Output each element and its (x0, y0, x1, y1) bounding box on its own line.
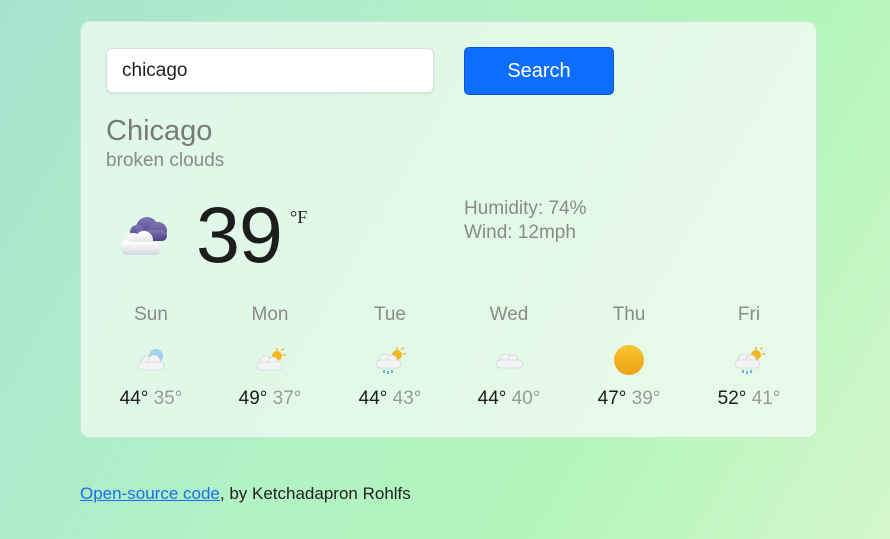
city-name: Chicago (106, 115, 213, 147)
humidity-label: Humidity: 74% (464, 198, 587, 219)
rain-sun-icon (734, 347, 765, 374)
high-temperature: 44° (119, 388, 149, 409)
low-temperature: 40° (511, 388, 541, 409)
day-name: Sun (134, 304, 168, 325)
current-temperature: 39 (196, 190, 283, 279)
footer: Open-source code, by Ketchadapron Rohlfs (80, 484, 411, 504)
high-temperature: 49° (238, 388, 268, 409)
weather-condition: broken clouds (106, 150, 225, 171)
low-temperature: 41° (751, 388, 781, 409)
wind-label: Wind: 12mph (464, 222, 576, 243)
weather-card: Search Chicago broken clouds 39 ° (80, 21, 817, 438)
broken-clouds-icon (120, 217, 167, 255)
low-temperature: 35° (153, 388, 183, 409)
high-temperature: 44° (358, 388, 388, 409)
high-temperature: 44° (477, 388, 507, 409)
temperature-unit: °F (290, 207, 308, 227)
day-name: Mon (251, 304, 289, 325)
cloud-icon (495, 353, 524, 369)
high-temperature: 47° (597, 388, 627, 409)
sun-icon (614, 345, 644, 375)
day-name: Wed (489, 304, 529, 325)
city-search-input[interactable] (106, 48, 434, 93)
source-code-link[interactable]: Open-source code (80, 484, 220, 503)
cloud-sun-icon (256, 348, 286, 371)
footer-attribution: , by Ketchadapron Rohlfs (219, 484, 411, 503)
low-temperature: 43° (392, 388, 422, 409)
day-name: Fri (737, 304, 761, 325)
low-temperature: 37° (272, 388, 302, 409)
low-temperature: 39° (631, 388, 661, 409)
search-button[interactable]: Search (464, 47, 614, 95)
cloud-sun-icon (137, 349, 165, 371)
rain-sun-icon (375, 347, 406, 374)
high-temperature: 52° (717, 388, 747, 409)
day-name: Tue (373, 304, 407, 325)
day-name: Thu (612, 304, 646, 325)
